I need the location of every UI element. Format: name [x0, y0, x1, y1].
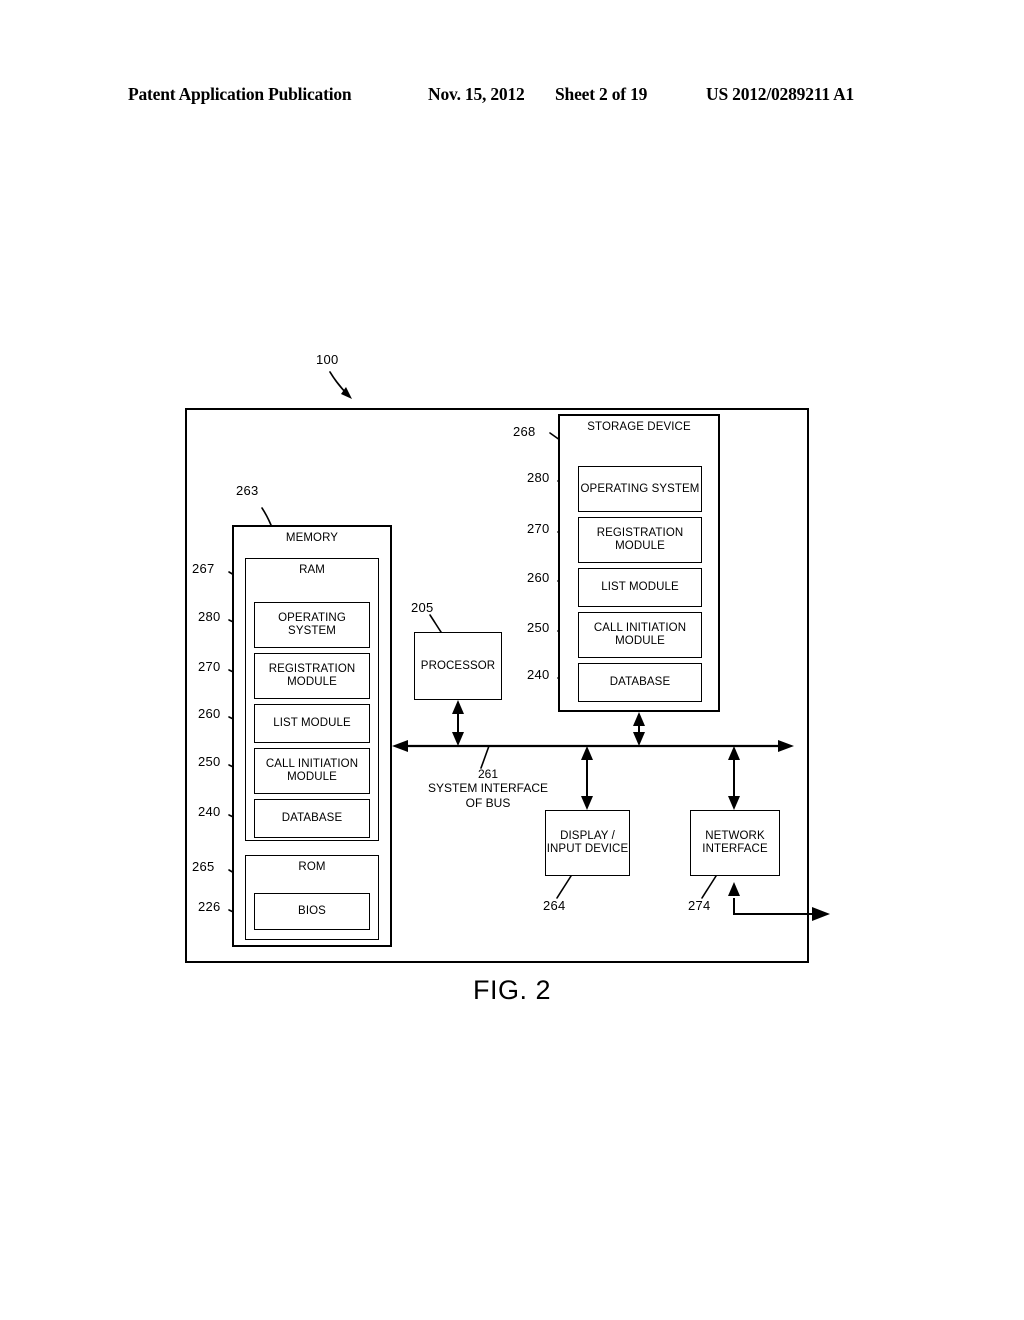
- bus-caption-line1: SYSTEM INTERFACE: [427, 781, 549, 796]
- ref-205: 205: [411, 600, 434, 615]
- storage-bus-arrow-up: [633, 712, 645, 726]
- ref-226: 226: [198, 899, 221, 914]
- storage-item-database-label: DATABASE: [609, 676, 671, 689]
- network-bus-arrow-up: [728, 746, 740, 760]
- external-network-arrow-out: [812, 907, 830, 921]
- ram-item-operating-system: OPERATING SYSTEM: [254, 602, 370, 648]
- figure-caption: FIG. 2: [472, 975, 551, 1005]
- system-bus-caption: 261 SYSTEM INTERFACE OF BUS: [408, 767, 568, 810]
- rom-item-bios-label: BIOS: [298, 905, 326, 918]
- ram-title: RAM: [299, 564, 325, 576]
- ram-item-call-initiation-module-label: CALL INITIATION MODULE: [265, 758, 359, 783]
- processor-label: PROCESSOR: [420, 659, 496, 672]
- network-interface-block: NETWORK INTERFACE: [690, 810, 780, 876]
- ref-264: 264: [543, 898, 566, 913]
- ref-267: 267: [192, 561, 215, 576]
- ref-260-storage: 260: [527, 570, 550, 585]
- storage-item-operating-system-label: OPERATING SYSTEM: [580, 482, 700, 495]
- ram-item-operating-system-label: OPERATING SYSTEM: [278, 612, 346, 637]
- display-bus-arrow-up: [581, 746, 593, 760]
- storage-item-list-module-label: LIST MODULE: [601, 581, 679, 594]
- ref-265: 265: [192, 859, 215, 874]
- leader-274: [701, 875, 717, 899]
- patent-figure-2: MEMORY RAM OPERATING SYSTEM REGISTRATION…: [0, 0, 1024, 1320]
- ram-item-call-initiation-module: CALL INITIATION MODULE: [254, 748, 370, 794]
- ram-item-list-module-label: LIST MODULE: [273, 717, 351, 730]
- storage-item-list-module: LIST MODULE: [578, 568, 702, 607]
- ram-item-list-module: LIST MODULE: [254, 704, 370, 743]
- system-bus-arrow-right: [778, 740, 794, 752]
- leader-264: [556, 875, 572, 899]
- rom-item-bios: BIOS: [254, 893, 370, 930]
- ram-item-database: DATABASE: [254, 799, 370, 838]
- network-interface-label: NETWORK INTERFACE: [702, 830, 768, 855]
- ram-item-registration-module-label: REGISTRATION MODULE: [268, 663, 356, 688]
- display-bus-arrow-down: [581, 796, 593, 810]
- ref-250-ram: 250: [198, 754, 221, 769]
- ref-274: 274: [688, 898, 711, 913]
- leader-261: [480, 745, 490, 769]
- processor-block: PROCESSOR: [414, 632, 502, 700]
- figure-vector-layer: [185, 371, 830, 963]
- leader-263: [261, 507, 272, 526]
- ref-263: 263: [236, 483, 259, 498]
- external-network-arrow-in: [728, 882, 740, 896]
- storage-item-database: DATABASE: [578, 663, 702, 702]
- storage-item-operating-system: OPERATING SYSTEM: [578, 466, 702, 512]
- display-input-device-block: DISPLAY / INPUT DEVICE: [545, 810, 630, 876]
- storage-item-call-initiation-module-label: CALL INITIATION MODULE: [593, 622, 687, 647]
- ref-240-ram: 240: [198, 804, 221, 819]
- ref-270-storage: 270: [527, 521, 550, 536]
- rom-title: ROM: [298, 861, 326, 873]
- ref-240-storage: 240: [527, 667, 550, 682]
- ref-260-ram: 260: [198, 706, 221, 721]
- network-bus-arrow-down: [728, 796, 740, 810]
- ref-100: 100: [316, 352, 339, 367]
- processor-bus-arrow-up: [452, 700, 464, 714]
- system-bus-arrow-left: [392, 740, 408, 752]
- processor-bus-arrow-down: [452, 732, 464, 746]
- bus-ref: 261: [477, 767, 499, 781]
- display-input-device-label: DISPLAY / INPUT DEVICE: [546, 830, 629, 855]
- ref-250-storage: 250: [527, 620, 550, 635]
- storage-bus-arrow-down: [633, 732, 645, 746]
- ref-268: 268: [513, 424, 536, 439]
- ref-280-storage: 280: [527, 470, 550, 485]
- ref-270-ram: 270: [198, 659, 221, 674]
- external-network-path: [733, 898, 812, 915]
- ref-280-ram: 280: [198, 609, 221, 624]
- storage-device-title: STORAGE DEVICE: [587, 421, 691, 433]
- memory-title: MEMORY: [285, 532, 339, 544]
- storage-item-registration-module: REGISTRATION MODULE: [578, 517, 702, 563]
- storage-item-call-initiation-module: CALL INITIATION MODULE: [578, 612, 702, 658]
- leader-205: [429, 614, 442, 633]
- bus-caption-line2: OF BUS: [465, 795, 511, 810]
- ram-item-registration-module: REGISTRATION MODULE: [254, 653, 370, 699]
- storage-item-registration-module-label: REGISTRATION MODULE: [596, 527, 684, 552]
- ram-item-database-label: DATABASE: [281, 812, 343, 825]
